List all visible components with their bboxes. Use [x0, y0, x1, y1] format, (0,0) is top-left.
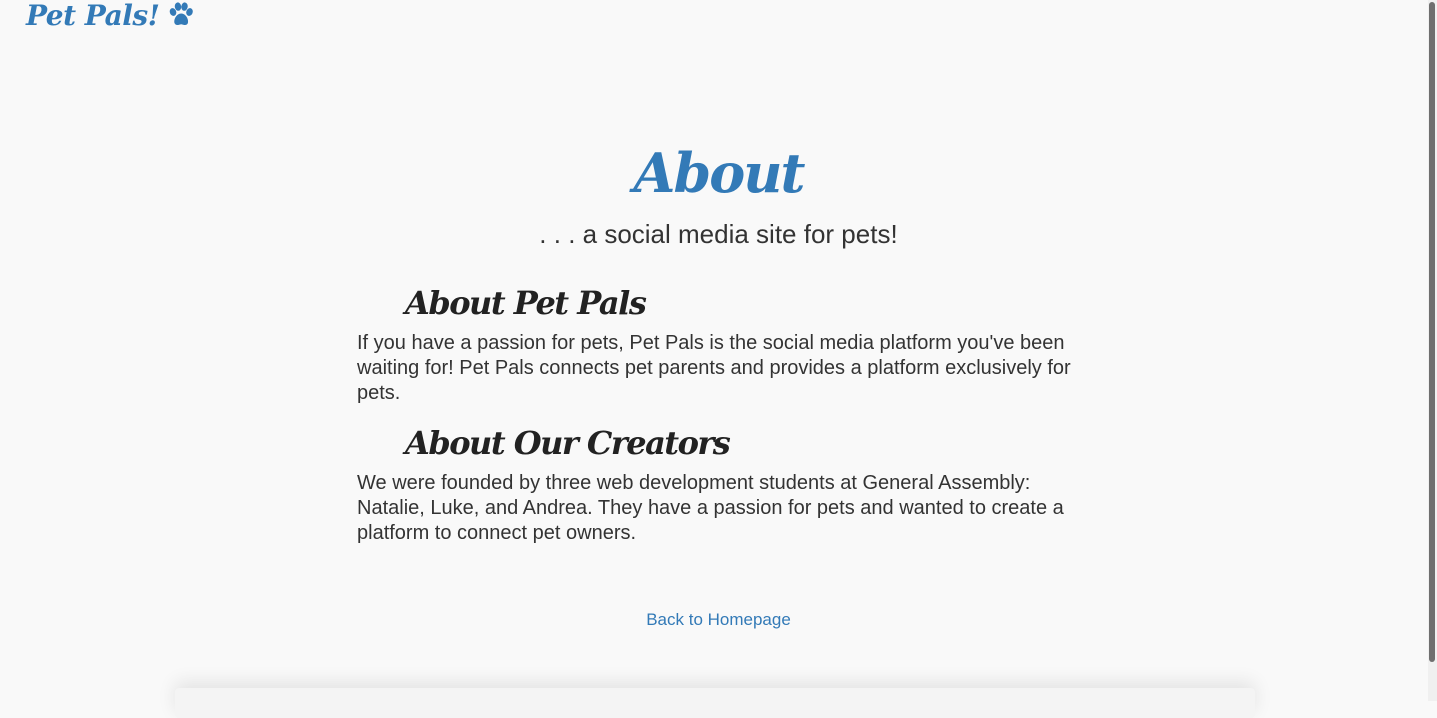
page-tagline: . . . a social media site for pets! [539, 219, 898, 249]
page-title: About [633, 141, 806, 205]
brand-logo-link[interactable]: Pet Pals! [26, 0, 195, 33]
back-to-homepage-link[interactable]: Back to Homepage [646, 610, 791, 629]
back-link-container: Back to Homepage [0, 609, 1437, 631]
scrollbar[interactable] [1428, 0, 1437, 701]
brand-name: Pet Pals! [26, 0, 160, 32]
about-pet-pals-heading: About Pet Pals [405, 284, 647, 322]
paw-icon [167, 2, 195, 28]
about-pet-pals-text: If you have a passion for pets, Pet Pals… [357, 332, 1071, 404]
scrollbar-thumb[interactable] [1429, 2, 1435, 662]
about-creators-heading: About Our Creators [405, 424, 731, 462]
about-creators-text: We were founded by three web development… [357, 472, 1064, 544]
footer-panel [175, 688, 1255, 718]
